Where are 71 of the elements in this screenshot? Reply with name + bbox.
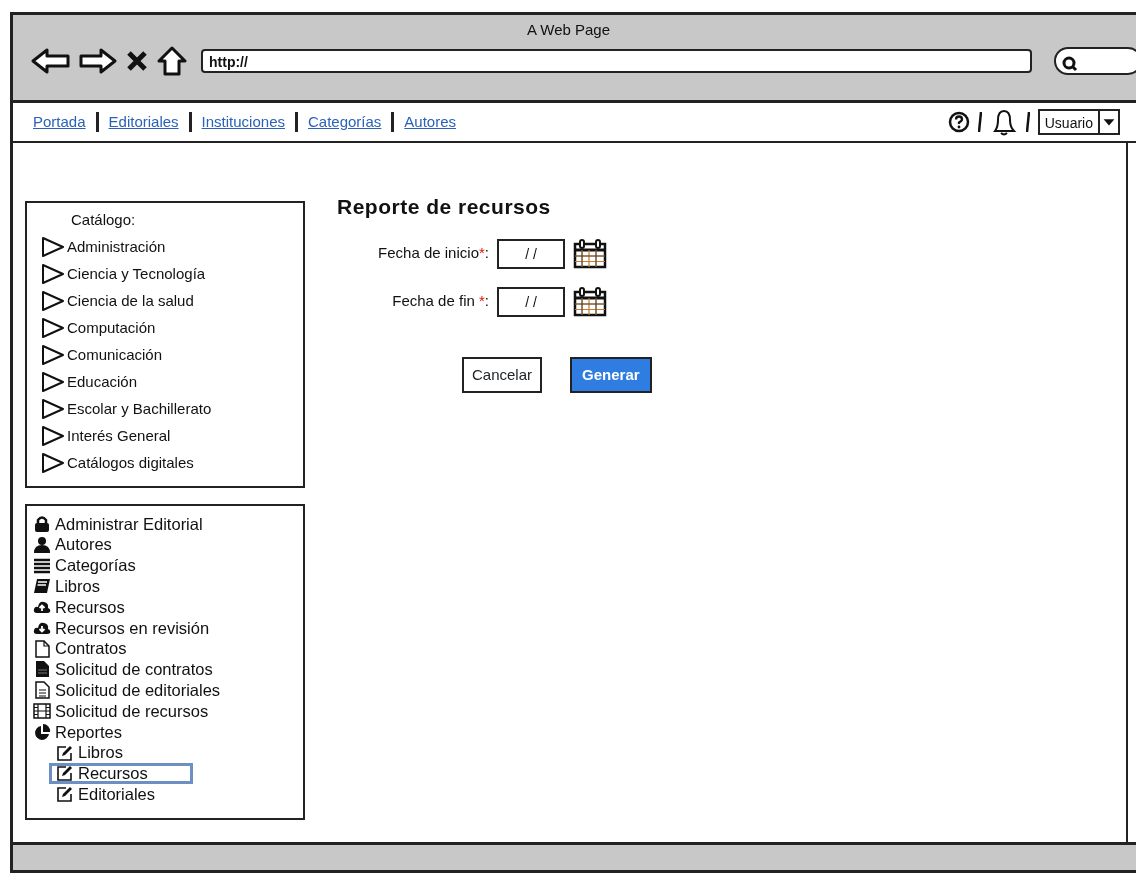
catalog-item[interactable]: Catálogos digitales	[41, 449, 297, 477]
field-label: Fecha de fin *:	[391, 291, 490, 312]
edit-icon	[56, 785, 74, 804]
triangle-icon	[41, 398, 65, 420]
menu-item[interactable]: Recursos	[49, 762, 193, 785]
triangle-icon	[41, 290, 65, 312]
menu-item[interactable]: Recursos en revisión	[30, 617, 219, 639]
nav-link[interactable]: Editoriales	[98, 112, 192, 132]
separator	[1025, 110, 1030, 134]
catalog-item[interactable]: Administración	[41, 233, 297, 261]
book-icon	[33, 577, 51, 596]
close-icon[interactable]	[125, 48, 149, 73]
catalog-item[interactable]: Educación	[41, 368, 297, 396]
pie-chart-icon	[33, 722, 51, 741]
search-field[interactable]	[1054, 46, 1136, 75]
catalog-item[interactable]: Ciencia de la salud	[41, 287, 297, 315]
menu-item[interactable]: Reportes	[30, 720, 131, 743]
document-icon	[33, 639, 51, 658]
back-icon[interactable]	[31, 46, 71, 75]
search-icon	[1062, 56, 1078, 73]
menu-item[interactable]: Recursos	[30, 596, 134, 618]
triangle-icon	[41, 452, 65, 474]
menu-item[interactable]: Libros	[49, 741, 193, 764]
nav-link[interactable]: Autores	[394, 112, 467, 132]
catalog-item[interactable]: Interés General	[41, 422, 297, 450]
menu-item[interactable]: Editoriales	[49, 783, 193, 806]
form-title: Reporte de recursos	[337, 194, 552, 220]
document-icon	[33, 681, 51, 700]
triangle-icon	[41, 344, 65, 366]
forward-icon[interactable]	[79, 46, 117, 75]
triangle-icon	[41, 425, 65, 447]
film-icon	[33, 702, 51, 721]
triangle-icon	[41, 317, 65, 339]
separator	[977, 110, 982, 134]
nav-link[interactable]: Portada	[23, 112, 99, 132]
catalog-item[interactable]: Ciencia y Tecnología	[41, 260, 297, 288]
menu-item[interactable]: Categorías	[30, 554, 145, 577]
window-title: A Web Page	[525, 20, 612, 40]
field-label: Fecha de inicio*:	[377, 243, 490, 264]
address-field[interactable]: http://	[201, 48, 1032, 73]
generate-button[interactable]: Generar	[570, 356, 652, 393]
catalog-item[interactable]: Escolar y Bachillerato	[41, 395, 297, 423]
cancel-button[interactable]: Cancelar	[462, 356, 543, 393]
catalog-title: Catálogo:	[70, 210, 137, 230]
document-icon	[33, 660, 51, 679]
triangle-icon	[41, 236, 65, 258]
home-icon[interactable]	[157, 45, 187, 76]
menu-item[interactable]: Contratos	[30, 637, 136, 660]
user-dropdown[interactable]: Usuario	[1037, 109, 1120, 135]
menu-item[interactable]: Libros	[30, 575, 109, 598]
menu-item[interactable]: Autores	[30, 533, 121, 556]
nav-link[interactable]: Categorías	[298, 112, 395, 132]
triangle-icon	[41, 371, 65, 393]
user-icon	[33, 535, 51, 554]
calendar-icon[interactable]	[573, 238, 607, 269]
nav-link[interactable]: Instituciones	[191, 112, 298, 132]
menu-item[interactable]: Solicitud de editoriales	[30, 679, 230, 702]
menu-item[interactable]: Solicitud de recursos	[30, 700, 218, 722]
catalog-item[interactable]: Comunicación	[41, 341, 297, 369]
calendar-icon[interactable]	[573, 286, 607, 317]
list-icon	[33, 556, 51, 575]
menu-item[interactable]: Solicitud de contratos	[30, 658, 222, 681]
edit-icon	[56, 743, 74, 762]
help-icon[interactable]	[947, 111, 970, 133]
date-field[interactable]: / /	[497, 286, 565, 317]
edit-icon	[56, 764, 74, 783]
menu-item[interactable]: Administrar Editorial	[30, 513, 212, 535]
triangle-icon	[41, 263, 65, 285]
date-field[interactable]: / /	[497, 238, 565, 269]
lock-icon	[33, 514, 51, 533]
catalog-item[interactable]: Computación	[41, 314, 297, 342]
